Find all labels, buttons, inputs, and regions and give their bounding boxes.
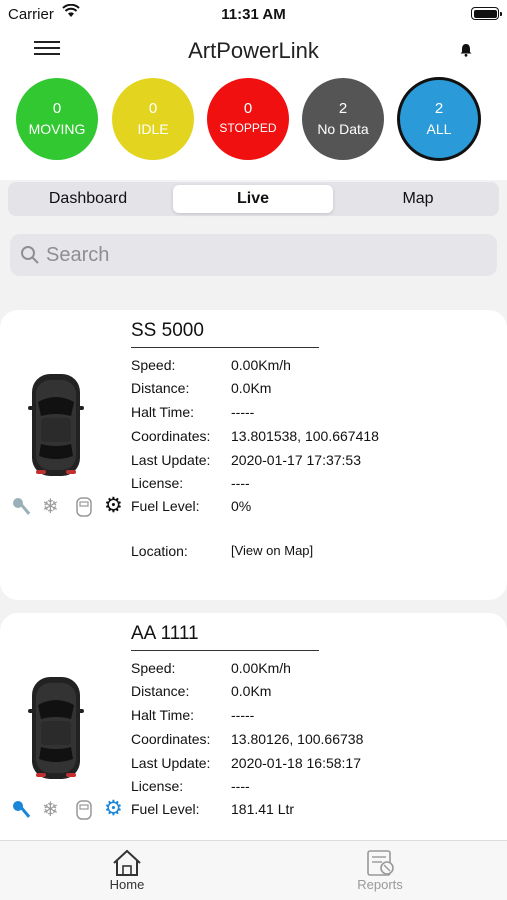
filter-count: 0 <box>148 100 158 117</box>
search-icon <box>21 246 39 264</box>
fuel-level-value: 0% <box>231 498 252 514</box>
nav-bar: ArtPowerLink <box>0 28 507 72</box>
reports-icon <box>367 850 394 876</box>
filter-no-data[interactable]: 2 No Data <box>302 78 384 160</box>
filter-idle[interactable]: 0 IDLE <box>112 78 194 160</box>
filter-label: IDLE <box>137 121 169 137</box>
vehicle-card[interactable]: ❄ ⚙ SS 5000 Speed: 0.00Km/h Distance: 0.… <box>0 310 507 600</box>
bell-icon[interactable] <box>459 43 473 57</box>
filter-label: STOPPED <box>219 121 277 135</box>
status-icons: ❄ ⚙ <box>12 797 130 823</box>
clock: 11:31 AM <box>221 6 286 23</box>
filter-moving[interactable]: 0 MOVING <box>16 78 98 160</box>
coordinates-value: 13.801538, 100.667418 <box>231 428 379 444</box>
filter-label: No Data <box>317 121 369 137</box>
vehicle-name: SS 5000 <box>131 320 319 348</box>
tab-bar: Home Reports <box>0 840 507 900</box>
tab-dashboard[interactable]: Dashboard <box>8 185 168 213</box>
vehicle-name: AA 1111 <box>131 623 319 651</box>
tab-home[interactable]: Home <box>77 847 177 892</box>
distance-value: 0.0Km <box>231 380 272 396</box>
coordinates-label: Coordinates: <box>131 428 211 444</box>
distance-label: Distance: <box>131 683 190 699</box>
license-value: ---- <box>231 778 250 794</box>
view-tabs: Dashboard Live Map <box>8 182 499 216</box>
snowflake-icon: ❄ <box>42 799 59 821</box>
halt-time-value: ----- <box>231 707 255 723</box>
tab-map[interactable]: Map <box>338 185 498 213</box>
tab-live[interactable]: Live <box>173 185 333 213</box>
tab-reports[interactable]: Reports <box>330 847 430 892</box>
license-value: ---- <box>231 475 250 491</box>
status-bar: Carrier 11:31 AM <box>0 0 507 28</box>
last-update-value: 2020-01-18 16:58:17 <box>231 755 361 771</box>
filter-count: 0 <box>243 100 253 117</box>
location-label: Location: <box>131 543 188 559</box>
search-input[interactable] <box>46 234 486 276</box>
home-icon <box>113 849 141 876</box>
filter-label: ALL <box>426 121 452 137</box>
gear-icon: ⚙ <box>104 797 123 820</box>
gear-icon: ⚙ <box>104 494 123 517</box>
fuel-level-label: Fuel Level: <box>131 498 200 514</box>
filter-label: MOVING <box>28 121 86 137</box>
last-update-label: Last Update: <box>131 452 211 468</box>
halt-time-label: Halt Time: <box>131 404 195 420</box>
halt-time-value: ----- <box>231 404 255 420</box>
speed-value: 0.00Km/h <box>231 357 291 373</box>
last-update-value: 2020-01-17 17:37:53 <box>231 452 361 468</box>
coordinates-label: Coordinates: <box>131 731 211 747</box>
distance-value: 0.0Km <box>231 683 272 699</box>
filter-count: 2 <box>338 100 348 117</box>
vehicle-card[interactable]: ❄ ⚙ AA 1111 Speed: 0.00Km/h Distance: 0.… <box>0 613 507 873</box>
filter-count: 2 <box>434 100 444 117</box>
fuel-level-value: 181.41 Ltr <box>231 801 295 817</box>
speed-value: 0.00Km/h <box>231 660 291 676</box>
speed-label: Speed: <box>131 357 176 373</box>
view-on-map-link[interactable]: [View on Map] <box>231 543 313 558</box>
tab-reports-label: Reports <box>357 877 403 892</box>
license-label: License: <box>131 778 184 794</box>
key-icon <box>13 498 31 515</box>
snowflake-icon: ❄ <box>42 496 59 518</box>
distance-label: Distance: <box>131 380 190 396</box>
search-bar <box>10 234 497 276</box>
battery-icon <box>471 7 502 20</box>
door-icon <box>76 800 92 820</box>
app-title: ArtPowerLink <box>188 38 319 63</box>
tab-home-label: Home <box>109 877 145 892</box>
car-image <box>28 677 84 779</box>
coordinates-value: 13.80126, 100.66738 <box>231 731 364 747</box>
door-icon <box>76 497 92 517</box>
car-image <box>28 374 84 476</box>
last-update-label: Last Update: <box>131 755 211 771</box>
filter-stopped[interactable]: 0 STOPPED <box>207 78 289 160</box>
status-filters: 0 MOVING 0 IDLE 0 STOPPED 2 No Data 2 AL… <box>0 72 507 180</box>
halt-time-label: Halt Time: <box>131 707 195 723</box>
speed-label: Speed: <box>131 660 176 676</box>
filter-all[interactable]: 2 ALL <box>397 77 481 161</box>
license-label: License: <box>131 475 184 491</box>
filter-count: 0 <box>52 100 62 117</box>
key-icon <box>13 801 31 818</box>
fuel-level-label: Fuel Level: <box>131 801 200 817</box>
status-icons: ❄ ⚙ <box>12 494 130 520</box>
